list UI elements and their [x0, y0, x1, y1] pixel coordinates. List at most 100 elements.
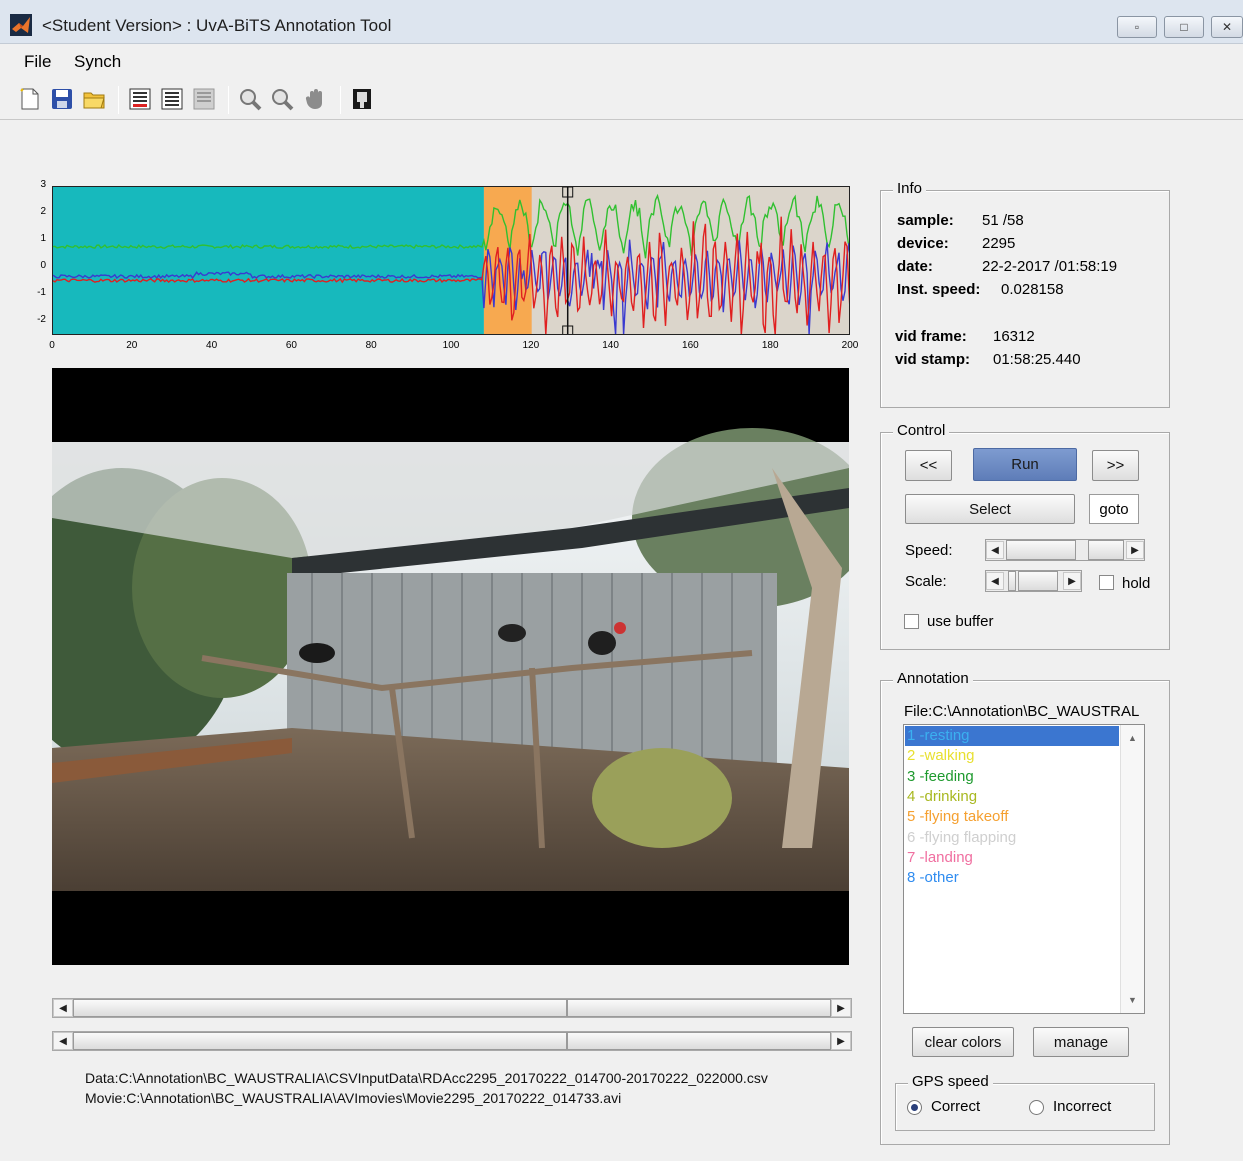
annotation-listbox[interactable]: 1 -resting 2 -walking 3 -feeding 4 -drinkin…: [903, 724, 1145, 1014]
close-button[interactable]: ✕: [1211, 16, 1243, 38]
next-button[interactable]: >>: [1092, 450, 1139, 481]
annotation-panel-title: Annotation: [893, 670, 973, 687]
date-label: date:: [897, 258, 933, 275]
menu-bar: [0, 44, 1243, 78]
menu-file[interactable]: File: [24, 52, 51, 72]
listbox-scrollbar[interactable]: ▲ ▼: [1120, 725, 1144, 1013]
slider-right-arrow[interactable]: ▶: [831, 1032, 851, 1050]
previous-button[interactable]: <<: [905, 450, 952, 481]
x-tick-label: 200: [841, 340, 859, 351]
scale-right-arrow[interactable]: ▶: [1063, 572, 1081, 590]
plot-svg: [53, 187, 849, 334]
speed-slider-thumb[interactable]: [1088, 540, 1124, 560]
x-tick-label: 180: [761, 340, 779, 351]
slider-track-left[interactable]: [73, 999, 567, 1017]
annotation-item[interactable]: 1 -resting: [907, 726, 970, 746]
speed-label: Speed:: [905, 542, 953, 559]
save-icon[interactable]: [50, 87, 74, 111]
annotation-item[interactable]: 2 -walking: [907, 746, 975, 766]
hold-checkbox[interactable]: [1099, 575, 1114, 590]
y-tick-label: 1: [40, 233, 46, 245]
annotation-file-path: File:C:\Annotation\BC_WAUSTRAL: [904, 703, 1140, 720]
slider-right-arrow[interactable]: ▶: [831, 999, 851, 1017]
x-tick-label: 60: [285, 340, 297, 351]
scroll-up-arrow[interactable]: ▲: [1128, 733, 1137, 743]
incorrect-radio[interactable]: [1029, 1100, 1044, 1115]
toolbar-separator: [340, 86, 341, 114]
close-icon: ✕: [1221, 20, 1233, 34]
matlab-app-icon: [10, 14, 32, 36]
device-value: 2295: [982, 235, 1016, 252]
slider-left-arrow[interactable]: ◀: [53, 1032, 73, 1050]
x-tick-label: 20: [126, 340, 138, 351]
speed-slider[interactable]: ◀ ▶: [985, 539, 1145, 561]
annotation-segment-0: [53, 187, 484, 334]
zoom-in-icon[interactable]: [238, 87, 262, 111]
gps-speed-title: GPS speed: [908, 1073, 993, 1090]
x-tick-label: 100: [442, 340, 460, 351]
disabled-list-icon[interactable]: [192, 87, 216, 111]
y-tick-label: 3: [40, 179, 46, 190]
slider-track-left[interactable]: [73, 1032, 567, 1050]
y-tick-label: -1: [37, 287, 46, 299]
open-folder-icon[interactable]: [82, 87, 106, 111]
vid-frame-label: vid frame:: [895, 328, 967, 345]
scroll-down-arrow[interactable]: ▼: [1128, 995, 1137, 1005]
annotation-item[interactable]: 6 -flying flapping: [907, 828, 1016, 848]
goto-input[interactable]: goto: [1089, 494, 1139, 524]
x-tick-label: 140: [602, 340, 619, 351]
use-buffer-checkbox[interactable]: [904, 614, 919, 629]
settings-list-icon[interactable]: [160, 87, 184, 111]
minimize-button[interactable]: ▫: [1117, 16, 1157, 38]
incorrect-label: Incorrect: [1053, 1098, 1112, 1115]
scale-slider-thumb[interactable]: [1008, 571, 1016, 591]
annotation-item[interactable]: 3 -feeding: [907, 767, 974, 787]
slider-left-arrow[interactable]: ◀: [53, 999, 73, 1017]
annotation-item[interactable]: 4 -drinking: [907, 787, 977, 807]
slider-track-right[interactable]: [567, 999, 831, 1017]
toolbar-separator: [228, 86, 229, 114]
annotation-item[interactable]: 8 -other: [907, 868, 959, 888]
annotation-item[interactable]: 5 -flying takeoff: [907, 807, 1008, 827]
run-button[interactable]: Run: [973, 448, 1077, 481]
inst-speed-label: Inst. speed:: [897, 281, 981, 298]
scale-slider[interactable]: ◀ ▶: [985, 570, 1082, 592]
new-file-icon[interactable]: [18, 87, 42, 111]
scale-slider-track[interactable]: [1018, 571, 1058, 591]
scale-left-arrow[interactable]: ◀: [986, 572, 1004, 590]
speed-left-arrow[interactable]: ◀: [986, 541, 1004, 559]
vid-stamp-value: 01:58:25.440: [993, 351, 1081, 368]
annotation-list-icon[interactable]: [128, 87, 152, 111]
timeline-slider-2[interactable]: ◀ ▶: [52, 1031, 852, 1051]
x-tick-label: 80: [365, 340, 377, 351]
timeline-slider-1[interactable]: ◀ ▶: [52, 998, 852, 1018]
speed-right-arrow[interactable]: ▶: [1126, 541, 1144, 559]
pan-hand-icon[interactable]: [304, 87, 328, 111]
zoom-out-icon[interactable]: [270, 87, 294, 111]
clear-colors-button[interactable]: clear colors: [912, 1027, 1014, 1057]
video-frame: [52, 368, 849, 965]
y-tick-label: 2: [40, 206, 46, 218]
correct-label: Correct: [931, 1098, 981, 1115]
data-file-path: Data:C:\Annotation\BC_WAUSTRALIA\CSVInpu…: [85, 1070, 768, 1086]
speed-slider-track[interactable]: [1006, 540, 1076, 560]
menu-synch[interactable]: Synch: [74, 52, 121, 72]
maximize-button[interactable]: □: [1164, 16, 1204, 38]
x-tick-label: 40: [206, 340, 218, 351]
vid-stamp-label: vid stamp:: [895, 351, 971, 368]
toolbar: [0, 80, 1243, 120]
use-buffer-label: use buffer: [927, 613, 994, 630]
control-panel-title: Control: [893, 422, 950, 439]
slider-track-right[interactable]: [567, 1032, 831, 1050]
correct-radio[interactable]: [907, 1100, 922, 1115]
x-tick-label: 120: [522, 340, 540, 351]
radio-dot: [911, 1104, 918, 1111]
info-panel-title: Info: [893, 180, 927, 197]
select-button[interactable]: Select: [905, 494, 1075, 524]
acceleration-plot[interactable]: [52, 186, 850, 335]
minimize-icon: ▫: [1134, 20, 1140, 34]
manage-button[interactable]: manage: [1033, 1027, 1129, 1057]
x-tick-label: 0: [49, 340, 55, 351]
annotation-item[interactable]: 7 -landing: [907, 848, 973, 868]
datatip-icon[interactable]: [350, 87, 374, 111]
